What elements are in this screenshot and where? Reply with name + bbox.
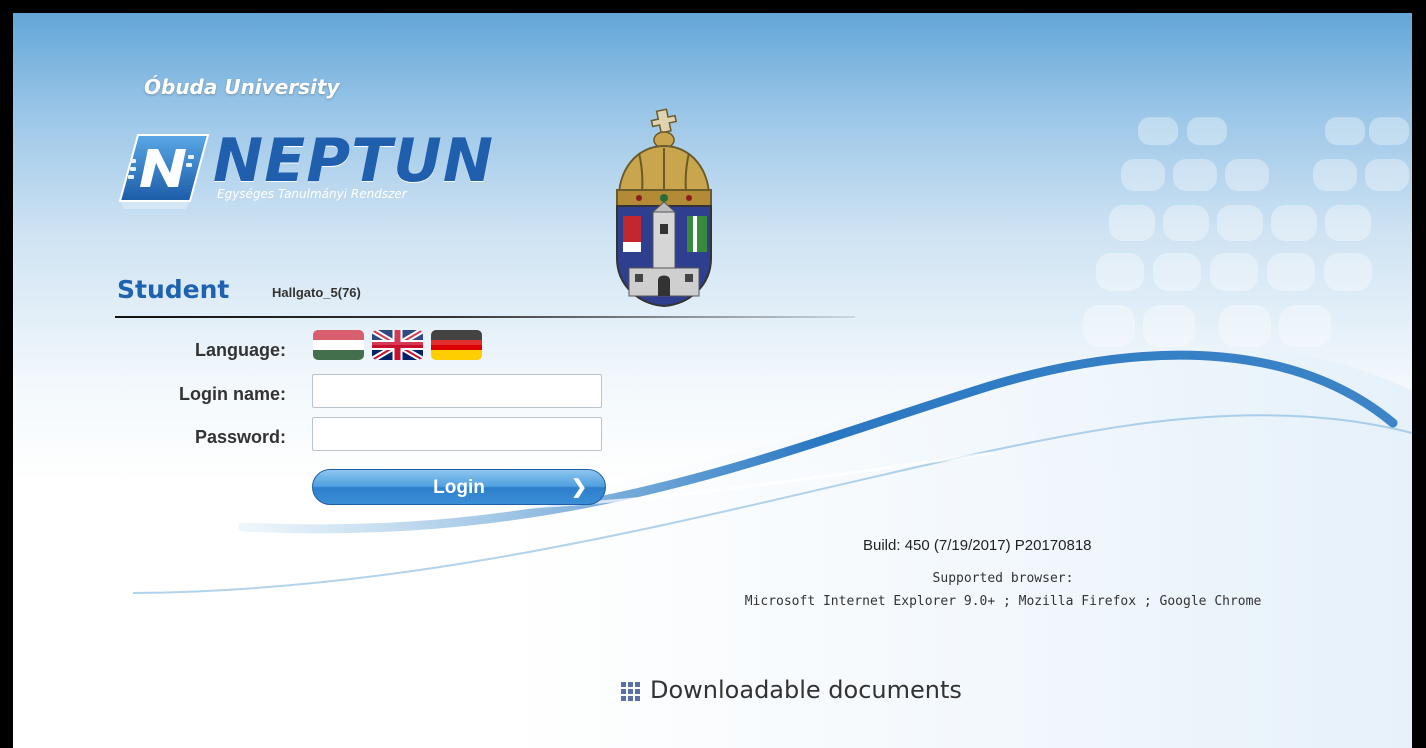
login-name-label: Login name: <box>179 384 286 404</box>
de-flag-icon[interactable] <box>431 330 482 360</box>
login-button[interactable]: Login ❯ <box>312 469 606 505</box>
crown <box>616 108 712 207</box>
language-label: Language: <box>194 340 286 360</box>
university-crest-icon <box>616 108 712 308</box>
password-input[interactable] <box>312 417 602 451</box>
password-label: Password: <box>194 427 286 447</box>
shield <box>616 201 712 308</box>
supported-browser-list: Microsoft Internet Explorer 9.0+ ; Mozil… <box>744 594 1262 609</box>
build-info: Build: 450 (7/19/2017) P20170818 <box>863 537 1092 554</box>
hu-flag-icon[interactable] <box>313 330 364 360</box>
login-name-input[interactable] <box>312 374 602 408</box>
university-name: Óbuda University <box>144 75 340 99</box>
role-subtitle: Hallgato_5(76) <box>272 285 361 300</box>
chevron-right-icon: ❯ <box>571 477 587 498</box>
uk-flag-icon[interactable] <box>372 330 423 360</box>
neptun-logo-icon <box>118 134 210 209</box>
title-divider <box>115 316 855 318</box>
downloadable-documents-title[interactable]: Downloadable documents <box>650 676 962 704</box>
logo-subtitle: Egységes Tanulmányi Rendszer <box>217 187 407 201</box>
supported-browser-title: Supported browser: <box>932 571 1074 586</box>
grid-icon <box>621 682 640 701</box>
role-title: Student <box>117 275 230 304</box>
page-frame: Óbuda University NEPTUN Egységes Tanulmá… <box>13 13 1412 748</box>
login-button-label: Login <box>433 477 485 498</box>
